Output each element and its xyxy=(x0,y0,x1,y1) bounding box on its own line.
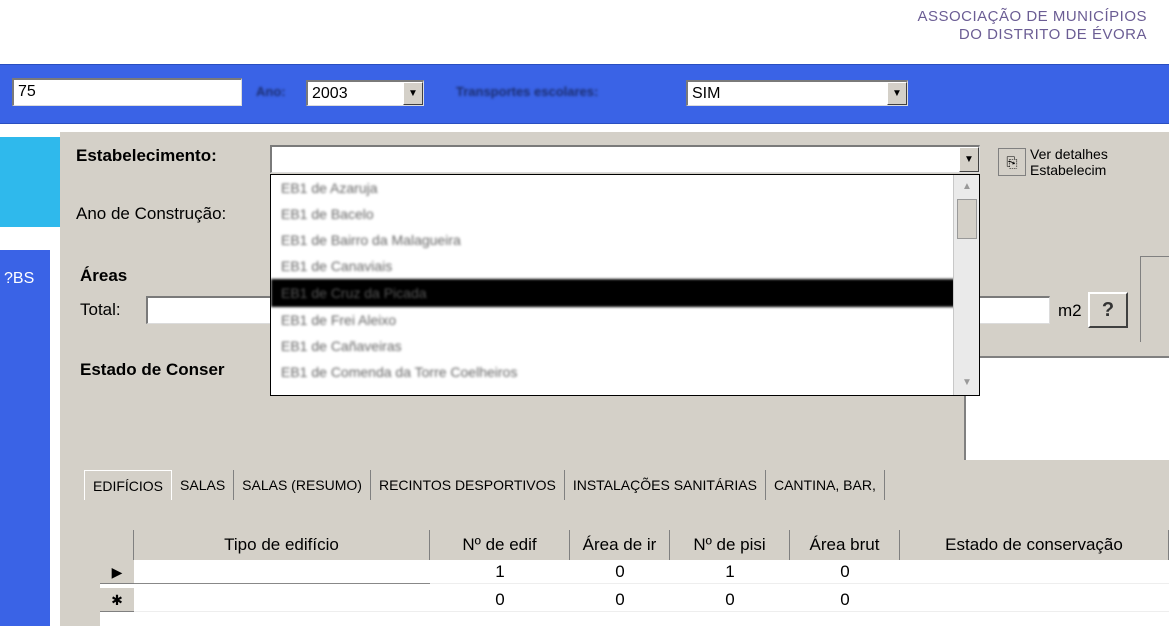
ver-detalhes-line2: Estabelecim xyxy=(1030,162,1107,178)
tab-5[interactable]: CANTINA, BAR, xyxy=(766,470,885,500)
record-id-field[interactable]: 75 xyxy=(12,78,242,106)
dropdown-option[interactable]: EB1 de Comenda da Torre Coelheiros xyxy=(271,359,955,385)
ano-label: Ano: xyxy=(256,84,286,99)
left-strip-cyan xyxy=(0,137,60,227)
table-row[interactable]: ▶ 1 0 1 0 xyxy=(100,560,1169,584)
dropdown-option[interactable]: EB1 de Cañaveiras xyxy=(271,333,955,359)
tab-3[interactable]: RECINTOS DESPORTIVOS xyxy=(371,470,565,500)
chevron-down-icon[interactable]: ▼ xyxy=(403,82,423,105)
grid-cell[interactable] xyxy=(900,560,1169,584)
areas-title: Áreas xyxy=(80,266,128,285)
organisation-title-line1: ASSOCIAÇÃO DE MUNICÍPIOS xyxy=(917,8,1147,25)
organisation-title: ASSOCIAÇÃO DE MUNICÍPIOS DO DISTRITO DE … xyxy=(917,8,1147,44)
dropdown-scrollbar[interactable]: ▲ ▼ xyxy=(953,175,979,395)
transportes-select-value: SIM xyxy=(692,85,721,102)
side-panel-frame xyxy=(1140,256,1169,342)
total-label: Total: xyxy=(80,300,121,319)
dropdown-option[interactable]: EB1 de Bacelo xyxy=(271,201,955,227)
grid-cell[interactable]: 0 xyxy=(670,588,790,612)
scroll-down-icon[interactable]: ▼ xyxy=(957,374,977,392)
grid-cell[interactable]: 1 xyxy=(670,560,790,584)
help-button[interactable]: ? xyxy=(1088,292,1128,328)
edificios-grid: Tipo de edifício Nº de edif Área de ir Nº d… xyxy=(100,530,1169,626)
tab-4[interactable]: INSTALAÇÕES SANITÁRIAS xyxy=(565,470,766,500)
column-header[interactable]: Nº de pisi xyxy=(670,530,790,560)
tab-1[interactable]: SALAS xyxy=(172,470,235,500)
scroll-up-icon[interactable]: ▲ xyxy=(957,178,977,196)
dropdown-option[interactable]: EB1 de Cruz da Picada xyxy=(271,279,955,307)
left-strip-text: ?BS xyxy=(4,270,35,287)
grid-cell[interactable]: 0 xyxy=(790,588,900,612)
tab-strip: EDIFÍCIOS SALAS SALAS (RESUMO) RECINTOS DES… xyxy=(84,470,885,500)
column-header[interactable]: Estado de conservação xyxy=(900,530,1169,560)
current-record-icon[interactable]: ▶ xyxy=(100,560,134,584)
estabelecimento-dropdown[interactable]: EB1 de Azaruja EB1 de Bacelo EB1 de Bairro… xyxy=(270,174,980,396)
dropdown-option[interactable]: EB1 de Bairro da Malagueira xyxy=(271,227,955,253)
grid-cell[interactable]: 0 xyxy=(790,560,900,584)
estado-notes-field[interactable] xyxy=(964,356,1169,460)
chevron-down-icon[interactable]: ▼ xyxy=(959,147,979,172)
transportes-label: Transportes escolares: xyxy=(456,84,599,99)
dropdown-option[interactable]: EB1 de Frei Aleixo xyxy=(271,307,955,333)
dropdown-option[interactable]: EB1 de Azaruja xyxy=(271,175,955,201)
tab-2[interactable]: SALAS (RESUMO) xyxy=(234,470,371,500)
ano-select-value: 2003 xyxy=(312,85,348,102)
grid-cell[interactable]: 1 xyxy=(430,560,570,584)
ver-detalhes-label[interactable]: Ver detalhes Estabelecim xyxy=(1030,146,1108,178)
grid-header: Tipo de edifício Nº de edif Área de ir Nº d… xyxy=(100,530,1169,560)
grid-cell[interactable] xyxy=(134,588,430,612)
ano-select[interactable]: 2003 ▼ xyxy=(306,80,424,106)
transportes-select[interactable]: SIM ▼ xyxy=(686,80,908,106)
grid-corner xyxy=(100,530,134,560)
organisation-title-line2: DO DISTRITO DE ÉVORA xyxy=(958,26,1147,43)
column-header[interactable]: Tipo de edifício xyxy=(134,530,430,560)
new-record-icon[interactable]: ✱ xyxy=(100,588,134,612)
ver-detalhes-line1: Ver detalhes xyxy=(1030,146,1108,162)
unit-m2: m2 xyxy=(1058,301,1082,320)
details-icon[interactable]: ⎘ xyxy=(998,148,1026,176)
grid-cell[interactable]: 0 xyxy=(570,588,670,612)
chevron-down-icon[interactable]: ▼ xyxy=(887,82,907,105)
help-icon: ? xyxy=(1101,298,1115,321)
estabelecimento-label: Estabelecimento: xyxy=(76,146,217,165)
table-row[interactable]: ✱ 0 0 0 0 xyxy=(100,588,1169,612)
estado-label: Estado de Conser xyxy=(80,360,225,379)
column-header[interactable]: Área brut xyxy=(790,530,900,560)
grid-cell[interactable]: 0 xyxy=(430,588,570,612)
grid-cell[interactable] xyxy=(900,588,1169,612)
tab-0[interactable]: EDIFÍCIOS xyxy=(84,470,173,500)
ano-construcao-label: Ano de Construção: xyxy=(76,204,227,223)
scroll-thumb[interactable] xyxy=(957,199,977,239)
estabelecimento-select[interactable]: ▼ xyxy=(270,145,980,173)
column-header[interactable]: Nº de edif xyxy=(430,530,570,560)
grid-cell[interactable] xyxy=(134,560,430,584)
column-header[interactable]: Área de ir xyxy=(570,530,670,560)
dropdown-option[interactable]: EB1 de Canaviais xyxy=(271,253,955,279)
grid-cell[interactable]: 0 xyxy=(570,560,670,584)
left-strip-blue: ?BS xyxy=(0,250,50,626)
